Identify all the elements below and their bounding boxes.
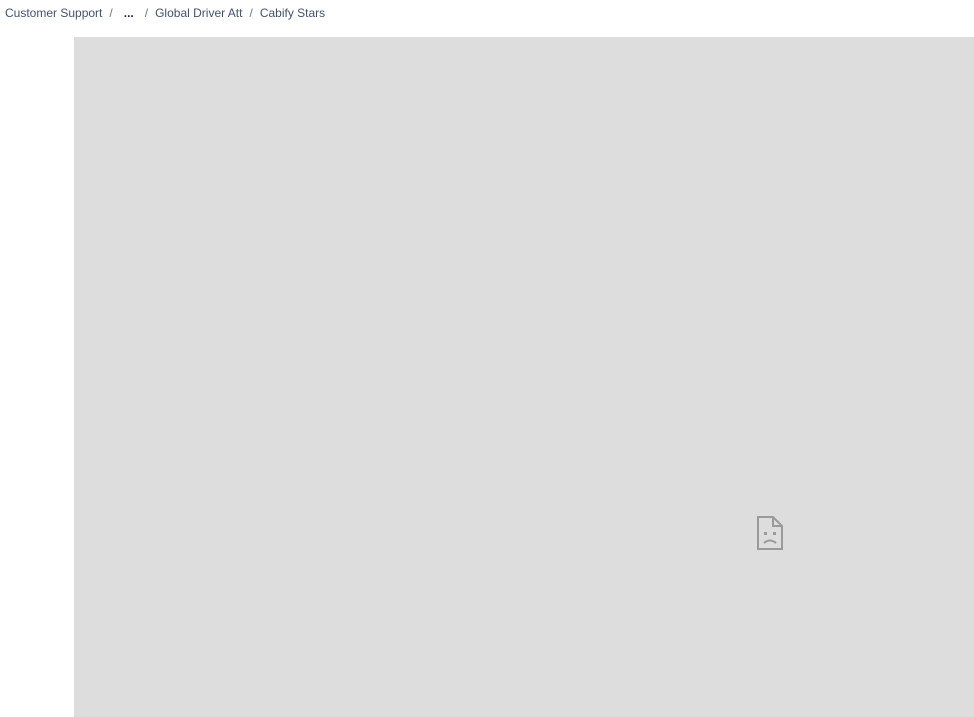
breadcrumb-separator: / [249, 6, 253, 20]
breadcrumb: Customer Support / ... / Global Driver A… [5, 5, 325, 21]
breadcrumb-separator: / [109, 6, 113, 20]
breadcrumb-ellipsis-button[interactable]: ... [120, 6, 138, 20]
breadcrumb-item-global-driver-att[interactable]: Global Driver Att [155, 6, 242, 20]
embedded-content-frame [74, 37, 974, 717]
breadcrumb-item-cabify-stars[interactable]: Cabify Stars [260, 6, 325, 20]
page: Customer Support / ... / Global Driver A… [0, 0, 974, 717]
sad-page-icon [757, 516, 783, 550]
breadcrumb-separator: / [144, 6, 149, 20]
breadcrumb-item-customer-support[interactable]: Customer Support [5, 6, 102, 20]
